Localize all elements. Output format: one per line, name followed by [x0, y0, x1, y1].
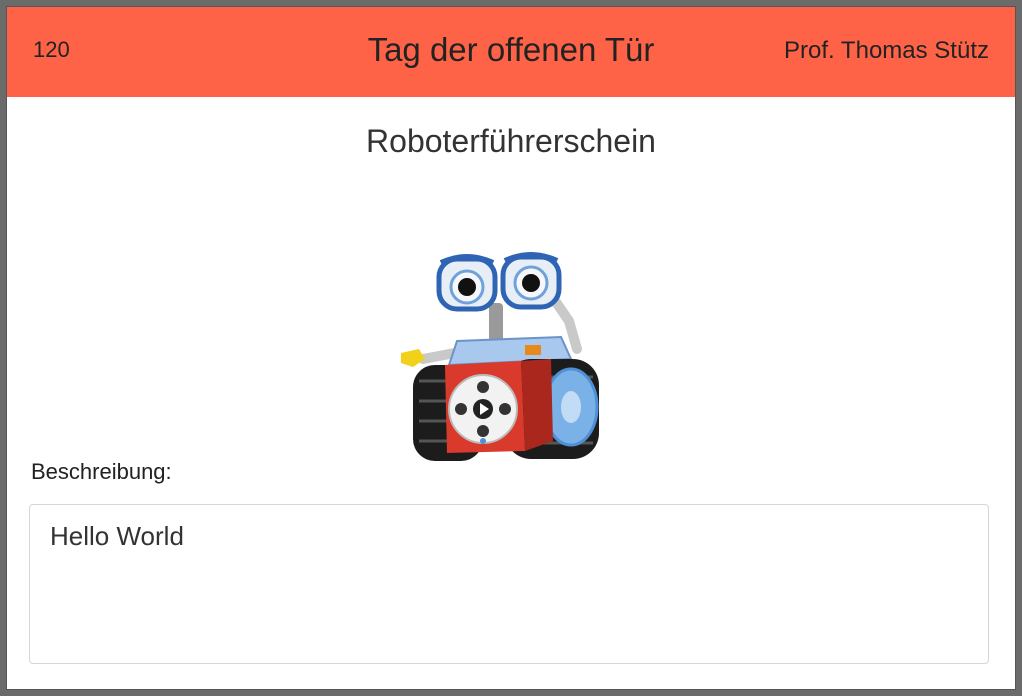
description-field[interactable]: Hello World — [29, 504, 989, 664]
description-label: Beschreibung: — [31, 459, 172, 484]
station-title: Roboterführerschein — [366, 123, 656, 159]
header-bar: 120 Tag der offenen Tür Prof. Thomas Stü… — [7, 7, 1015, 97]
app-frame: 120 Tag der offenen Tür Prof. Thomas Stü… — [6, 6, 1016, 690]
robot-icon — [401, 252, 599, 461]
robot-image — [385, 241, 615, 465]
author-name: Prof. Thomas Stütz — [784, 37, 989, 64]
